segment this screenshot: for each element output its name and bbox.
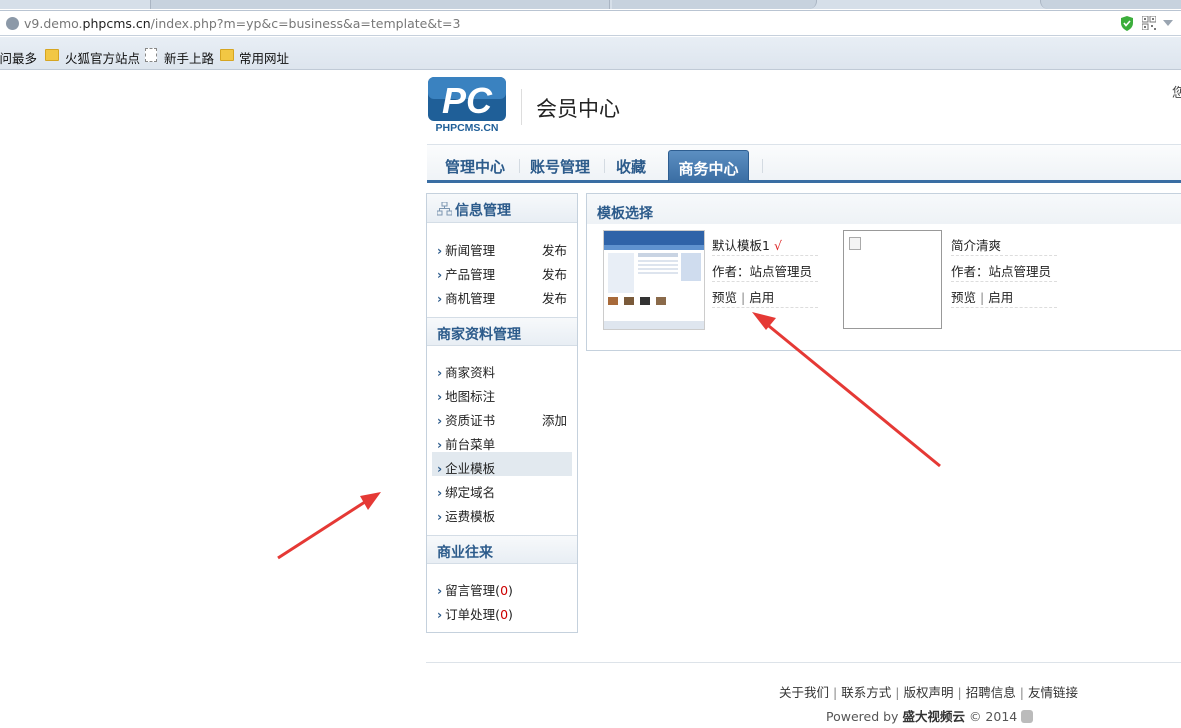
- footer-link-copyright[interactable]: 版权声明: [903, 685, 953, 700]
- footer-link-friends[interactable]: 友情链接: [1028, 685, 1078, 700]
- annotation-arrows: [277, 312, 941, 560]
- powered-by: Powered by 盛大视频云 © 2014: [826, 706, 1034, 725]
- screen: v9.demo.phpcms.cn/index.php?m=yp&c=busin…: [0, 0, 1181, 728]
- powered-suffix: © 2014: [968, 709, 1018, 724]
- powered-prefix: Powered by: [826, 709, 899, 724]
- annotation-arrowhead: [360, 492, 381, 510]
- footer-links: 关于我们 | 联系方式 | 版权声明 | 招聘信息 | 友情链接: [779, 685, 1078, 700]
- powered-brand[interactable]: 盛大视频云: [902, 709, 965, 724]
- footer-link-about[interactable]: 关于我们: [779, 685, 829, 700]
- footer-divider: [426, 662, 1181, 663]
- footer-link-contact[interactable]: 联系方式: [841, 685, 891, 700]
- annotation-arrow-shaft: [277, 498, 369, 560]
- footer-link-jobs[interactable]: 招聘信息: [966, 685, 1016, 700]
- annotation-arrow-shaft: [763, 320, 941, 468]
- badge-icon: [1021, 710, 1034, 723]
